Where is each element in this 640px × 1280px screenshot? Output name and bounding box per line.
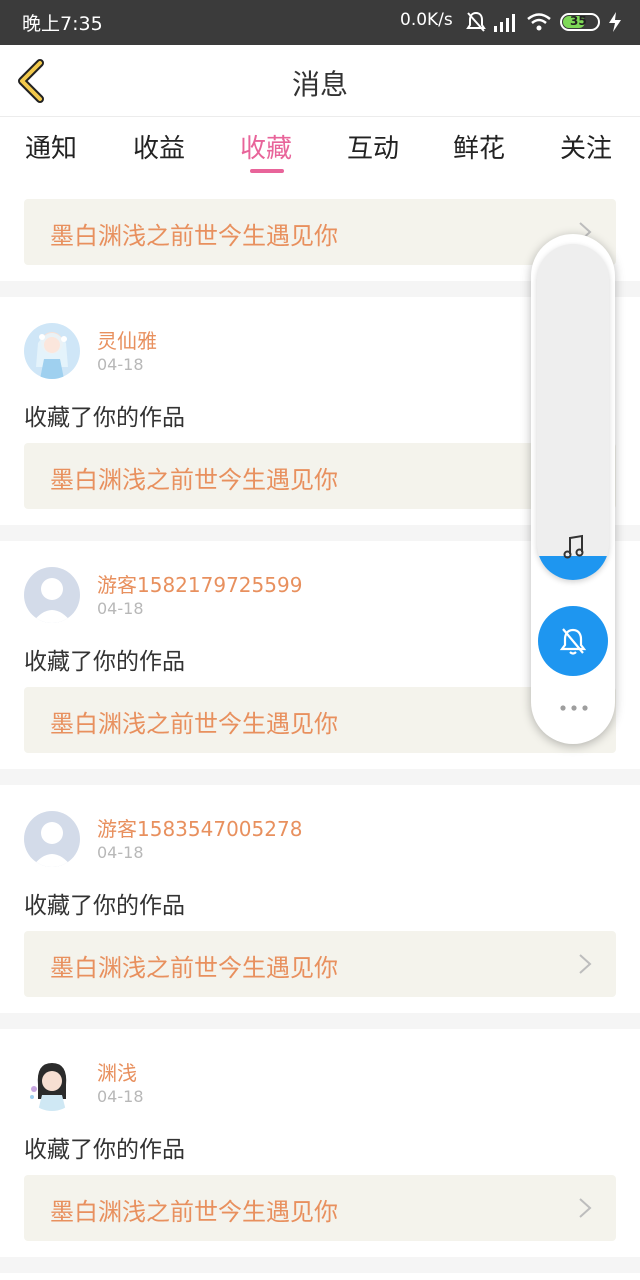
section-divider	[0, 769, 640, 785]
anime-avatar-icon	[24, 323, 80, 379]
list-item: 渊浅 04-18 收藏了你的作品 墨白渊浅之前世今生遇见你	[0, 1029, 640, 1257]
status-time: 晚上7:35	[22, 13, 103, 35]
tab-interaction[interactable]: 互动	[347, 128, 399, 165]
work-link[interactable]: 墨白渊浅之前世今生遇见你	[24, 687, 616, 753]
status-bar: 晚上7:35 0.0K/s 35	[0, 0, 640, 45]
date: 04-18	[97, 1087, 144, 1106]
section-divider	[0, 1013, 640, 1029]
mute-icon	[466, 11, 486, 32]
default-avatar-icon	[24, 811, 80, 867]
date: 04-18	[97, 599, 144, 618]
mute-notification-button[interactable]	[538, 606, 608, 676]
chevron-right-icon	[579, 1198, 592, 1218]
more-dots-icon[interactable]	[559, 704, 589, 712]
battery-level: 35	[570, 14, 587, 28]
avatar[interactable]	[24, 567, 80, 623]
work-link[interactable]: 墨白渊浅之前世今生遇见你	[24, 1175, 616, 1241]
avatar[interactable]	[24, 811, 80, 867]
username[interactable]: 渊浅	[97, 1057, 137, 1086]
charging-icon	[609, 12, 621, 32]
network-speed: 0.0K/s	[400, 10, 453, 30]
floating-player-panel	[531, 234, 615, 744]
username[interactable]: 灵仙雅	[97, 325, 157, 354]
battery-indicator: 35	[560, 13, 600, 31]
action-text: 收藏了你的作品	[24, 893, 185, 919]
page-title: 消息	[291, 68, 348, 101]
work-link[interactable]: 墨白渊浅之前世今生遇见你	[24, 443, 616, 509]
tab-favorites[interactable]: 收藏	[240, 128, 292, 165]
action-text: 收藏了你的作品	[24, 405, 185, 431]
avatar[interactable]	[24, 1055, 80, 1111]
volume-slider[interactable]	[537, 244, 609, 580]
work-link[interactable]: 墨白渊浅之前世今生遇见你	[24, 931, 616, 997]
action-text: 收藏了你的作品	[24, 1137, 185, 1163]
default-avatar-icon	[24, 567, 80, 623]
tab-follow[interactable]: 关注	[560, 128, 612, 165]
work-title: 墨白渊浅之前世今生遇见你	[50, 954, 338, 982]
date: 04-18	[97, 843, 144, 862]
chevron-right-icon	[579, 954, 592, 974]
avatar[interactable]	[24, 323, 80, 379]
work-title: 墨白渊浅之前世今生遇见你	[50, 1198, 338, 1226]
header-bar: 消息	[0, 45, 640, 117]
list-item: 游客1583547005278 04-18 收藏了你的作品 墨白渊浅之前世今生遇…	[0, 785, 640, 1013]
username[interactable]: 游客1582179725599	[97, 569, 302, 598]
signal-icon	[494, 14, 515, 32]
tab-bar: 通知 收益 收藏 互动 鲜花 关注	[0, 118, 640, 180]
tab-earnings[interactable]: 收益	[133, 128, 185, 165]
username[interactable]: 游客1583547005278	[97, 813, 302, 842]
app-screen: 晚上7:35 0.0K/s 35 消息 通知 收益 收藏 互动 鲜花 关注 墨白…	[0, 0, 640, 1280]
action-text: 收藏了你的作品	[24, 649, 185, 675]
work-link[interactable]: 墨白渊浅之前世今生遇见你	[24, 199, 616, 265]
tab-notice[interactable]: 通知	[25, 128, 77, 165]
date: 04-18	[97, 355, 144, 374]
work-title: 墨白渊浅之前世今生遇见你	[50, 466, 338, 494]
bell-off-icon	[559, 628, 587, 655]
anime-avatar-icon	[24, 1055, 80, 1111]
work-title: 墨白渊浅之前世今生遇见你	[50, 710, 338, 738]
tab-flowers[interactable]: 鲜花	[453, 128, 505, 165]
wifi-icon	[527, 13, 551, 31]
active-tab-indicator	[250, 169, 284, 173]
work-title: 墨白渊浅之前世今生遇见你	[50, 222, 338, 250]
music-note-icon[interactable]	[562, 534, 586, 560]
section-divider	[0, 1257, 640, 1273]
